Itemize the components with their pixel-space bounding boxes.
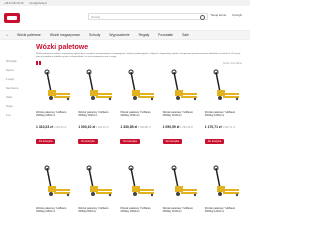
product-image[interactable] [163,159,201,205]
product-card[interactable]: Wózek paletowy Yutiffauto 2500kg 1150mm … [162,63,201,153]
nav-item[interactable]: Schody [89,33,100,37]
price-current: 1 330,85 zł [120,125,138,129]
nav-item[interactable]: Wózki paletowe [17,33,41,37]
page-title: Wózki paletowe [36,44,89,51]
nav-item[interactable]: Wózki magazynowe [50,33,80,37]
product-name[interactable]: Wózek paletowy Yutiffauto 2500kg 1220mm [205,207,243,217]
price-current: 1 310,23 zł [36,125,53,129]
product-name[interactable]: Wózek paletowy Yutiffauto 2000kg 1150mm [36,207,74,217]
product-price: 1 310,23 zł 1 065,23 zł [36,125,74,129]
product-card[interactable]: Wózek paletowy Yutiffauto 2500kg 1150mm … [78,63,116,153]
product-image[interactable] [120,159,158,205]
pallet-truck-icon [86,69,113,101]
product-image[interactable] [78,63,116,109]
pallet-truck-icon [128,165,155,197]
product-card[interactable]: Wózek paletowy Yutiffauto 2000kg 1150mm [36,159,74,249]
pallet-truck-icon [171,69,197,101]
sidebar-item[interactable]: Z wagą [6,78,32,87]
product-name[interactable]: Wózek paletowy Yutiffauto 2500kg 800mm [78,207,116,217]
home-icon[interactable]: ⌂ [6,33,8,37]
sidebar-item[interactable]: Inne [6,114,32,123]
product-name[interactable]: Wózek paletowy Yutiffauto 2000kg 1000mm [120,207,158,217]
search-input[interactable]: Szukaj [88,13,208,20]
price-old: 1 290,59 zł [180,126,193,129]
add-to-cart-button[interactable]: Do koszyka [204,138,225,145]
search-icon[interactable] [200,15,205,20]
nav-item[interactable]: Sale [182,33,189,37]
product-name[interactable]: Wózek paletowy Yutiffauto 2500kg 1150mm [36,111,74,121]
pallet-truck-icon [213,165,239,197]
product-price: 1 050,59 zł 1 290,59 zł [163,125,201,129]
add-to-cart-button[interactable]: Do koszyka [120,138,140,145]
header: Szukaj Twoje konto Koszyk [0,6,250,30]
product-image[interactable] [205,159,243,205]
product-name[interactable]: Wózek paletowy Yutiffauto 2500kg 1150mm [163,207,201,217]
main-nav: ⌂ Wózki paletowe Wózki magazynowe Schody… [0,30,250,40]
price-current: 1 050,59 zł [162,125,180,129]
product-name[interactable]: Wózek paletowy Yutiffauto 2500kg 1150mm [78,111,116,121]
pallet-truck-icon [171,165,197,197]
pallet-truck-icon [44,165,71,197]
product-image[interactable] [78,159,116,205]
add-to-cart-button[interactable]: Do koszyka [78,138,98,145]
product-name[interactable]: Wózek paletowy Yutiffauto 2500kg 1000mm [205,111,243,121]
product-price: 1 170,71 zł 1 430,71 zł [205,125,243,129]
product-image[interactable] [36,159,74,205]
pallet-truck-icon [86,165,113,197]
product-price: 1 330,85 zł 1 090,85 zł [120,125,158,129]
logo[interactable] [4,13,20,23]
category-description: Wózki paletowe to jedne z najczęściej wy… [36,53,241,58]
product-card[interactable]: Wózek paletowy Yutiffauto 3000kg 1150mm … [120,63,158,153]
account-link[interactable]: Twoje konto [210,13,226,17]
product-card[interactable]: Wózek paletowy Yutiffauto 2500kg 1150mm … [36,63,74,153]
sidebar: Wszystkie Ręczne Z wagą Nierdzewne Niski… [6,60,32,123]
product-image[interactable] [36,63,74,109]
price-old: 1 090,85 zł [137,126,151,129]
nav-item[interactable]: Wyposażenie [109,33,129,37]
add-to-cart-button[interactable]: Do koszyka [36,138,56,145]
pallet-truck-icon [128,69,155,101]
product-image[interactable] [120,63,158,109]
email-text[interactable]: biuro@oferta.pl [30,2,47,5]
price-old: 1 430,71 zł [222,126,236,129]
pallet-truck-icon [213,69,239,101]
product-card[interactable]: Wózek paletowy Yutiffauto 2500kg 1150mm [163,159,201,249]
price-old: 1 065,23 zł [53,126,67,129]
product-image[interactable] [163,63,201,109]
sidebar-item[interactable]: Długie [6,105,32,114]
product-price: 1 000,10 zł 1 240,10 zł [78,125,116,129]
price-old: 1 240,10 zł [95,126,109,129]
add-to-cart-button[interactable]: Do koszyka [162,138,182,145]
search-placeholder: Szukaj [91,14,101,19]
cart-link[interactable]: Koszyk [232,13,242,17]
sidebar-item[interactable]: Nierdzewne [6,87,32,96]
product-card[interactable]: Wózek paletowy Yutiffauto 2500kg 1220mm [205,159,243,249]
product-name[interactable]: Wózek paletowy Yutiffauto 3000kg 1150mm [120,111,158,121]
price-current: 1 170,71 zł [204,125,222,129]
nav-item[interactable]: Pozostałe [158,33,173,37]
product-card[interactable]: Wózek paletowy Yutiffauto 2500kg 1000mm … [204,63,243,153]
phone-text[interactable]: +48 61 000 00 00 [4,2,24,5]
product-image[interactable] [205,63,243,109]
product-name[interactable]: Wózek paletowy Yutiffauto 2500kg 1150mm [163,111,201,121]
product-card[interactable]: Wózek paletowy Yutiffauto 2500kg 800mm [78,159,116,249]
sidebar-item[interactable]: Wszystkie [6,60,32,69]
product-grid: Wózek paletowy Yutiffauto 2500kg 1150mm … [36,63,243,249]
nav-item[interactable]: Regały [139,33,150,37]
sidebar-item[interactable]: Niskie [6,96,32,105]
sidebar-item[interactable]: Ręczne [6,69,32,78]
pallet-truck-icon [44,69,71,101]
product-card[interactable]: Wózek paletowy Yutiffauto 2000kg 1000mm [120,159,158,249]
price-current: 1 000,10 zł [78,125,95,129]
